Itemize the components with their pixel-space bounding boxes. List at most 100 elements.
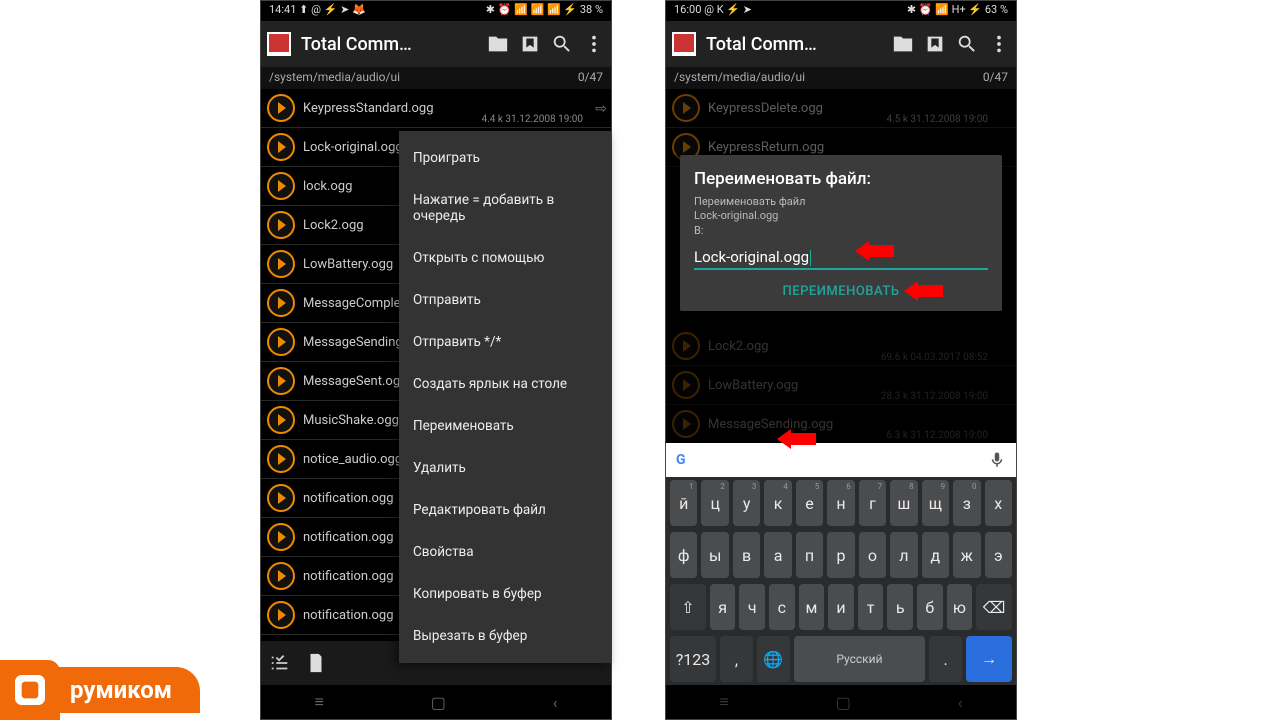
keyboard-key[interactable]: л [890, 532, 917, 578]
keyboard-key[interactable]: → [966, 636, 1012, 682]
folder-icon[interactable] [487, 33, 509, 55]
audio-file-icon [267, 289, 295, 317]
context-menu: ПроигратьНажатие = добавить в очередьОтк… [399, 131, 611, 663]
file-meta: 4.4 k 31.12.2008 19:00 [481, 114, 583, 125]
keyboard-key[interactable]: ж [953, 532, 980, 578]
keyboard-key[interactable]: ⌫ [976, 584, 1012, 630]
google-icon[interactable]: G [676, 452, 686, 468]
audio-file-icon [267, 133, 295, 161]
keyboard-key[interactable]: и [828, 584, 854, 630]
audio-file-icon [267, 328, 295, 356]
keyboard-key[interactable]: ⇧ [670, 584, 706, 630]
keyboard-key[interactable]: э [985, 532, 1012, 578]
keyboard-key[interactable]: 🌐 [757, 636, 790, 682]
keyboard-key[interactable]: н6 [827, 480, 854, 526]
keyboard-key[interactable]: з0 [953, 480, 980, 526]
keyboard-key[interactable]: х [985, 480, 1012, 526]
keyboard-key[interactable]: т [858, 584, 884, 630]
keyboard-key[interactable]: а [764, 532, 791, 578]
file-row[interactable]: KeypressStandard.ogg4.4 k 31.12.2008 19:… [261, 89, 611, 128]
context-menu-item[interactable]: Переименовать [399, 405, 611, 447]
keyboard-key[interactable]: ю [947, 584, 973, 630]
keyboard-key[interactable]: й1 [670, 480, 697, 526]
audio-file-icon [267, 172, 295, 200]
path-bar[interactable]: /system/media/audio/ui0/47 [666, 67, 1016, 89]
mic-icon[interactable] [988, 451, 1006, 469]
suggestion-row: G [666, 443, 1016, 477]
keyboard-key[interactable]: ш8 [890, 480, 917, 526]
dialog-sub: Переименовать файл [694, 195, 988, 209]
context-menu-item[interactable]: Редактировать файл [399, 489, 611, 531]
keyboard-key[interactable]: у3 [733, 480, 760, 526]
keyboard-key[interactable]: п [796, 532, 823, 578]
keyboard-key[interactable]: к4 [764, 480, 791, 526]
keyboard-key[interactable]: , [720, 636, 753, 682]
bookmark-icon[interactable] [519, 33, 541, 55]
audio-file-icon [267, 94, 295, 122]
keyboard: G й1ц2у3к4е5н6г7ш8щ9з0х фывапролджэ ⇧ячс… [666, 443, 1016, 685]
app-icon [267, 32, 291, 56]
keyboard-key[interactable]: е5 [796, 480, 823, 526]
context-menu-item[interactable]: Копировать в буфер [399, 573, 611, 615]
rename-input[interactable]: Lock-original.ogg [694, 246, 988, 270]
keyboard-key[interactable]: ь [887, 584, 913, 630]
dialog-title: Переименовать файл: [694, 169, 988, 189]
search-icon[interactable] [551, 33, 573, 55]
context-menu-item[interactable]: Нажатие = добавить в очередь [399, 179, 611, 237]
keyboard-key[interactable]: в [733, 532, 760, 578]
keyboard-key[interactable]: ф [670, 532, 697, 578]
path-bar[interactable]: /system/media/audio/ui0/47 [261, 67, 611, 89]
nav-bar: ≡ ▢ ‹ [261, 685, 611, 719]
status-bar: 14:41 ⬆ @ ⚡ ➤ 🦊✱ ⏰ 📶 📶 📶 ⚡ 38 % [261, 1, 611, 21]
more-icon[interactable] [583, 33, 605, 55]
dialog-sub: В: [694, 224, 988, 238]
keyboard-key[interactable]: . [929, 636, 962, 682]
file-name: KeypressReturn.ogg [708, 140, 1010, 155]
audio-file-icon [267, 367, 295, 395]
dialog-filename: Lock-original.ogg [694, 209, 988, 223]
context-menu-item[interactable]: Открыть с помощью [399, 237, 611, 279]
file-meta: 4.5 k 31.12.2008 19:00 [886, 114, 988, 125]
bookmark-icon[interactable] [924, 33, 946, 55]
annotation-arrow [777, 429, 817, 449]
keyboard-key[interactable]: ч [739, 584, 765, 630]
keyboard-key[interactable]: м [799, 584, 825, 630]
file-icon[interactable] [305, 652, 327, 674]
keyboard-key[interactable]: ?123 [670, 636, 716, 682]
audio-file-icon [672, 94, 700, 122]
context-menu-item[interactable]: Отправить */* [399, 321, 611, 363]
keyboard-key[interactable]: о [859, 532, 886, 578]
brand-logo: румиком [0, 660, 200, 720]
more-icon[interactable] [988, 33, 1010, 55]
audio-file-icon [267, 562, 295, 590]
keyboard-key[interactable]: щ9 [922, 480, 949, 526]
rename-dialog: Переименовать файл: Переименовать файл L… [680, 155, 1002, 311]
nav-recent-icon[interactable]: ≡ [314, 692, 323, 712]
context-menu-item[interactable]: Удалить [399, 447, 611, 489]
search-icon[interactable] [956, 33, 978, 55]
nav-back-icon[interactable]: ‹ [553, 693, 558, 712]
keyboard-key[interactable]: р [827, 532, 854, 578]
context-menu-item[interactable]: Создать ярлык на столе [399, 363, 611, 405]
keyboard-key[interactable]: с [769, 584, 795, 630]
app-bar: Total Comm… [261, 21, 611, 67]
select-icon[interactable] [269, 652, 291, 674]
keyboard-key[interactable]: я [710, 584, 736, 630]
folder-icon[interactable] [892, 33, 914, 55]
audio-file-icon [267, 406, 295, 434]
file-row[interactable]: KeypressDelete.ogg4.5 k 31.12.2008 19:00 [666, 89, 1016, 128]
keyboard-key[interactable]: ы [701, 532, 728, 578]
context-menu-item[interactable]: Отправить [399, 279, 611, 321]
context-menu-item[interactable]: Вырезать в буфер [399, 615, 611, 657]
keyboard-key[interactable]: ц2 [701, 480, 728, 526]
audio-file-icon [267, 211, 295, 239]
nav-home-icon[interactable]: ▢ [431, 693, 446, 712]
audio-file-icon [267, 250, 295, 278]
keyboard-key[interactable]: б [917, 584, 943, 630]
keyboard-key[interactable]: д [922, 532, 949, 578]
context-menu-item[interactable]: Свойства [399, 531, 611, 573]
keyboard-key[interactable]: г7 [859, 480, 886, 526]
context-menu-item[interactable]: Проиграть [399, 137, 611, 179]
annotation-arrow [904, 281, 944, 301]
keyboard-key[interactable]: Русский [794, 636, 925, 682]
